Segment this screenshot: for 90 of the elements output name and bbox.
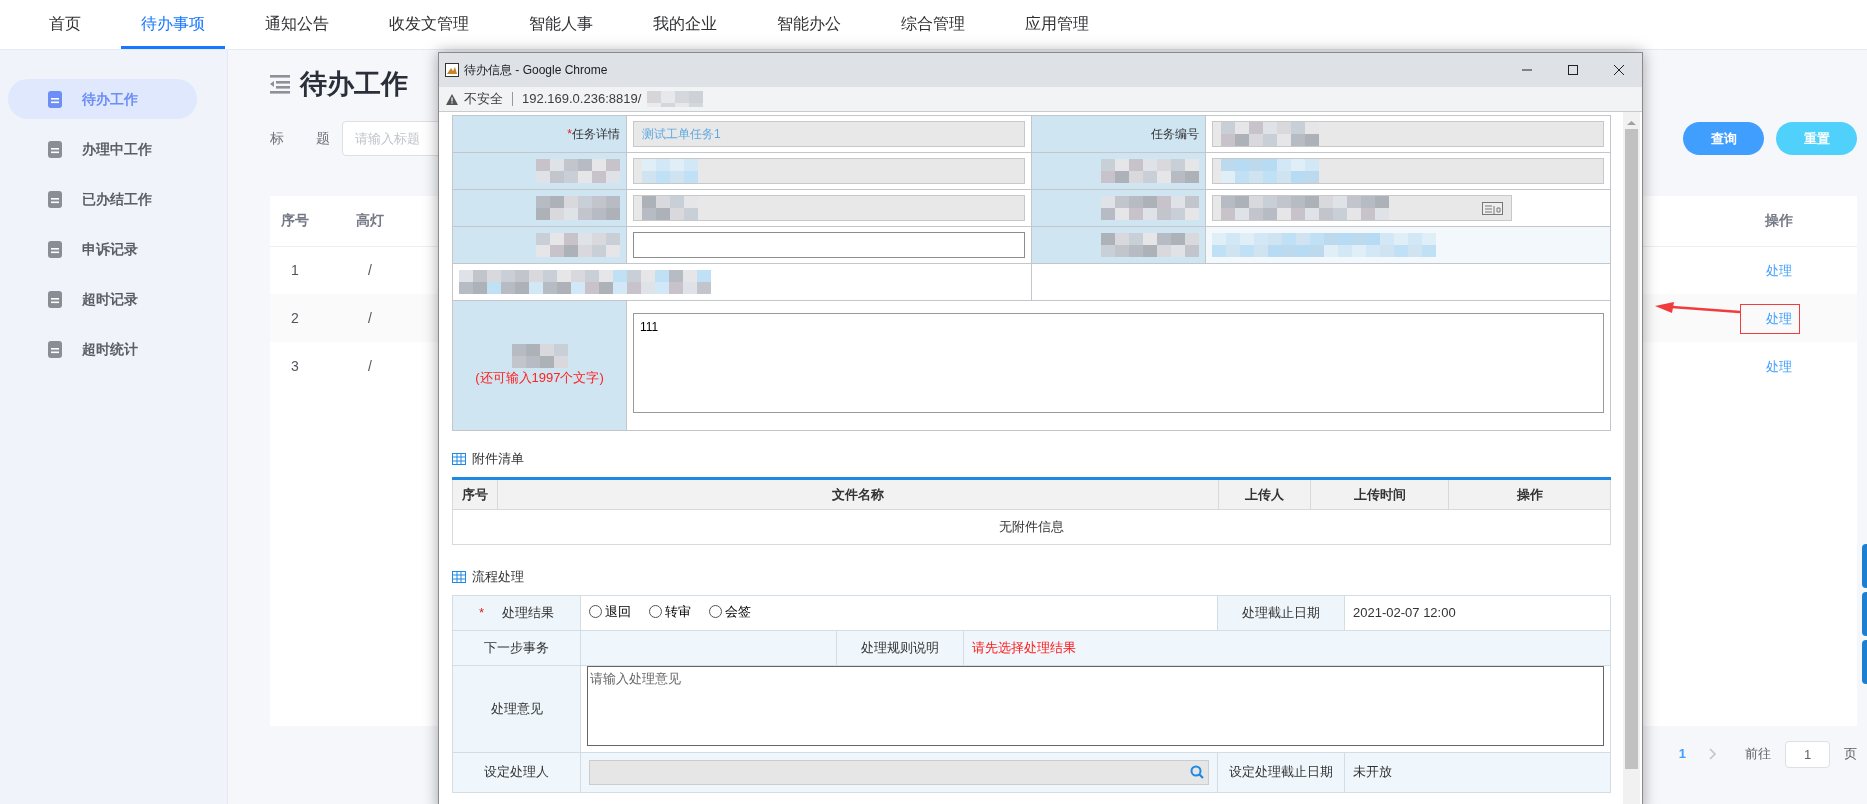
nav-tab[interactable]: 智能人事 [509, 0, 613, 49]
scroll-thumb[interactable] [1625, 129, 1638, 769]
goto-label: 前往 [1745, 745, 1771, 764]
field-label: 标 题 [270, 129, 331, 148]
field-label: 处理结果 [502, 605, 555, 621]
document-icon [48, 140, 62, 158]
page-suffix: 页 [1844, 745, 1857, 764]
menu-icon[interactable] [270, 74, 290, 94]
radio-option[interactable]: 转审 [649, 602, 691, 622]
scrollbar[interactable] [1623, 112, 1640, 804]
rule-message: 请先选择处理结果 [972, 640, 1076, 656]
field-label: 处理截止日期 [1242, 605, 1321, 621]
table-icon [452, 571, 466, 583]
assignee-field[interactable] [589, 759, 1210, 785]
pixelated-text [642, 196, 698, 220]
calendar-icon[interactable] [1482, 201, 1503, 215]
radio-option[interactable]: 退回 [589, 602, 631, 622]
text-field[interactable] [633, 232, 1025, 258]
highlight-box [1740, 304, 1800, 334]
nav-tab[interactable]: 智能办公 [757, 0, 861, 49]
document-icon [48, 290, 62, 308]
column-header: 操作 [1765, 212, 1793, 229]
field-label: 处理意见 [490, 701, 543, 716]
sidebar-item[interactable]: 申诉记录 [8, 229, 197, 269]
field-label: 设定处理截止日期 [1229, 764, 1334, 780]
sidebar-item[interactable]: 超时统计 [8, 329, 197, 369]
table-cell: / [368, 357, 372, 374]
nav-tab[interactable]: 综合管理 [881, 0, 985, 49]
table-cell: 1 [291, 261, 299, 278]
column-header: 高灯 [356, 212, 384, 229]
readonly-field[interactable] [633, 195, 1025, 221]
empty-message: 无附件信息 [999, 519, 1064, 535]
date-field[interactable] [1212, 195, 1512, 221]
field-label: 设定处理人 [484, 764, 549, 780]
pixelated-text [642, 159, 698, 183]
document-icon [48, 190, 62, 208]
readonly-field[interactable] [633, 158, 1025, 184]
page-input[interactable]: 1 [1785, 740, 1830, 768]
table-cell: / [368, 261, 372, 278]
side-tab[interactable] [1862, 592, 1867, 636]
nav-tab[interactable]: 通知公告 [245, 0, 349, 49]
sidebar-item[interactable]: 超时记录 [8, 279, 197, 319]
sidebar-item[interactable]: 办理中工作 [8, 129, 197, 169]
search-icon[interactable] [1190, 765, 1205, 779]
nav-tab[interactable]: 应用管理 [1005, 0, 1109, 49]
deadline-value: 2021-02-07 12:00 [1353, 605, 1456, 621]
deadline-value: 未开放 [1353, 764, 1393, 780]
radio-option[interactable]: 会签 [709, 602, 751, 622]
nav-tab[interactable]: 收发文管理 [369, 0, 489, 49]
table-icon [452, 453, 466, 465]
field-label: 任务编号 [1151, 127, 1199, 141]
url-text: 192.169.0.236:8819/ [522, 90, 642, 109]
close-icon [1614, 65, 1624, 75]
app-icon [445, 63, 459, 77]
pixelated-text [511, 343, 568, 368]
side-tab[interactable] [1862, 640, 1867, 684]
column-header: 上传时间 [1353, 486, 1406, 502]
field-label: 处理规则说明 [861, 640, 939, 656]
nav-tab[interactable]: 首页 [29, 0, 101, 49]
warning-icon [446, 93, 458, 105]
nav-tab[interactable]: 我的企业 [633, 0, 737, 49]
section-title: 附件清单 [472, 450, 524, 469]
document-icon [48, 340, 62, 358]
column-header: 文件名称 [832, 486, 884, 502]
readonly-field[interactable] [1212, 158, 1604, 184]
column-header: 序号 [281, 212, 309, 229]
field-label: *任务详情 [567, 127, 620, 141]
required-mark: * [478, 605, 485, 621]
page-title: 待办工作 [300, 67, 408, 101]
table-cell: 3 [291, 357, 299, 374]
document-icon [48, 90, 62, 108]
chevron-right-icon[interactable] [1708, 748, 1717, 760]
pixelated-text [647, 91, 704, 107]
character-count-hint: (还可输入1997个文字) [474, 368, 605, 387]
side-tab[interactable] [1862, 544, 1867, 588]
sidebar-item[interactable]: 已办结工作 [8, 179, 197, 219]
document-icon [48, 240, 62, 258]
window-title: 待办信息 - Google Chrome [464, 62, 608, 79]
remark-textarea[interactable]: 111 [633, 313, 1604, 413]
opinion-textarea[interactable]: 请输入处理意见 [587, 666, 1605, 746]
maximize-icon [1568, 65, 1578, 75]
column-header: 序号 [462, 486, 488, 502]
table-cell: 2 [291, 309, 299, 326]
column-header: 操作 [1516, 486, 1543, 502]
table-cell: / [368, 309, 372, 326]
readonly-field[interactable] [1212, 121, 1604, 147]
security-label: 不安全 [464, 90, 503, 109]
column-header: 上传人 [1245, 486, 1284, 502]
field-label: 下一步事务 [484, 640, 549, 656]
section-title: 流程处理 [472, 568, 524, 587]
